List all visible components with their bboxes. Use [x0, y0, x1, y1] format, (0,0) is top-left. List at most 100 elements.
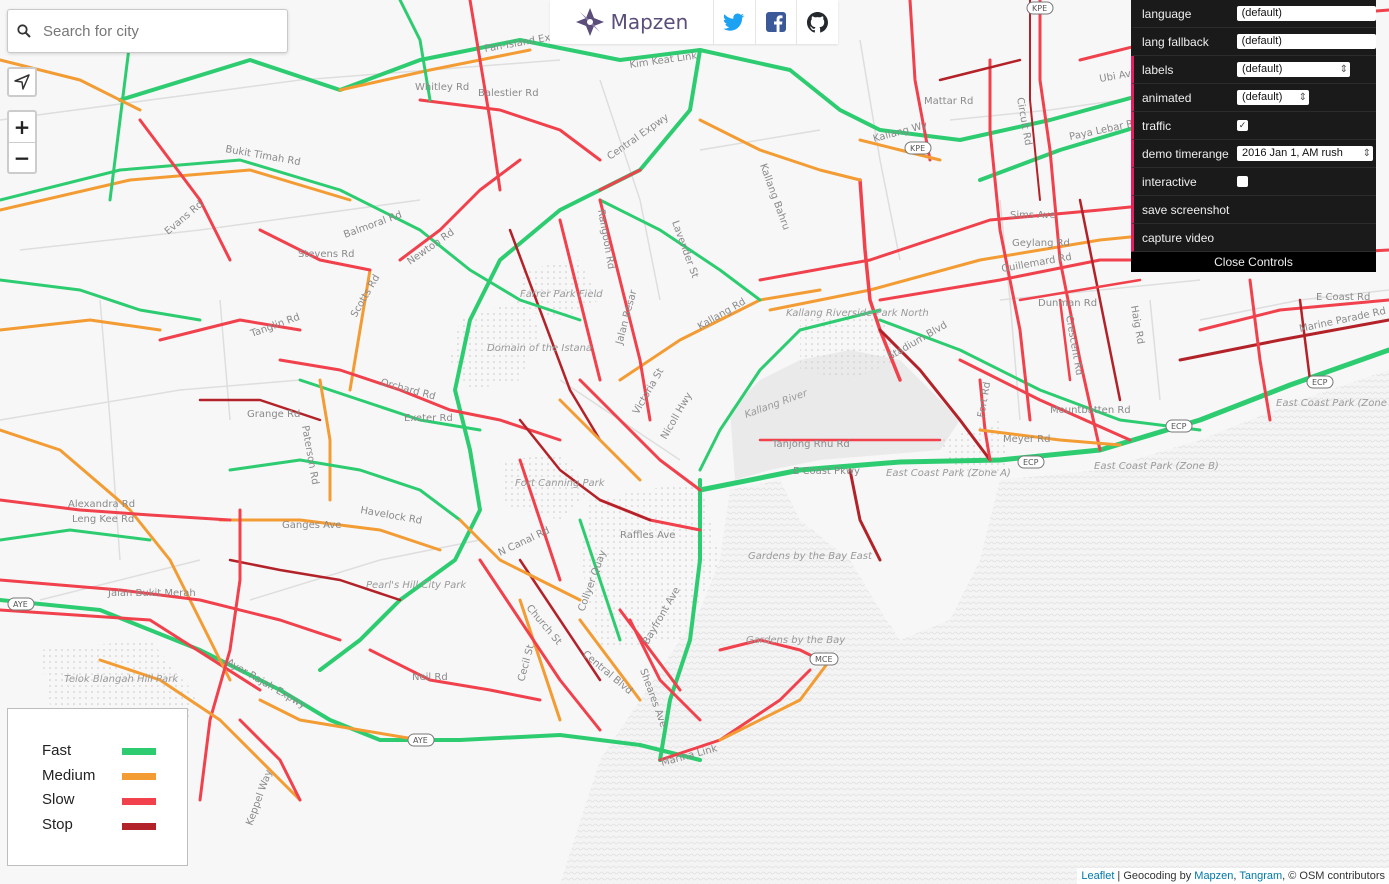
svg-text:AYE: AYE: [413, 736, 428, 745]
label-ecpark-b: East Coast Park (Zone B): [1094, 461, 1219, 472]
mapzen-logo-icon: [575, 8, 604, 36]
animated-select[interactable]: (default): [1237, 90, 1309, 105]
svg-text:ECP: ECP: [1312, 378, 1328, 387]
legend-slow-label: Slow: [42, 791, 75, 808]
label-stevens: Stevens Rd: [298, 249, 355, 260]
shield-ecp-3: ECP: [1306, 375, 1334, 389]
zoom-control: + −: [7, 110, 37, 174]
label-istana: Domain of the Istana: [487, 343, 592, 354]
label-telok: Telok Blangah Hill Park: [64, 674, 179, 685]
control-labels-label: labels: [1142, 62, 1174, 77]
mapzen-link[interactable]: Mapzen: [1194, 870, 1233, 882]
label-sims: Sims Ave: [1010, 210, 1056, 221]
traffic-legend: Fast Medium Slow Stop: [7, 708, 188, 866]
control-animated: animated (default): [1131, 84, 1376, 112]
twitter-icon: [723, 13, 745, 31]
close-controls-button[interactable]: Close Controls: [1131, 252, 1376, 272]
attribution-osm: , © OSM contributors: [1282, 870, 1385, 882]
legend-fast-swatch: [122, 748, 156, 755]
svg-text:AYE: AYE: [13, 600, 28, 609]
control-traffic-label: traffic: [1142, 118, 1172, 133]
label-whitley: Whitley Rd: [415, 82, 469, 93]
brand-name: Mapzen: [610, 10, 689, 34]
search-icon: [17, 24, 31, 38]
interactive-checkbox[interactable]: [1237, 176, 1248, 187]
legend-stop-label: Stop: [42, 816, 73, 833]
shield-kpe-1: KPE: [1026, 1, 1054, 15]
label-geylang: Geylang Rd: [1012, 238, 1070, 249]
shield-mce: MCE: [809, 652, 839, 666]
shield-ecp-1: ECP: [1017, 455, 1045, 469]
label-mattar: Mattar Rd: [924, 96, 973, 107]
capture-video-label: capture video: [1142, 230, 1215, 245]
label-pearl: Pearl's Hill City Park: [366, 580, 467, 591]
timerange-select[interactable]: 2016 Jan 1, AM rush: [1237, 146, 1373, 161]
label-lengkee: Leng Kee Rd: [72, 514, 134, 525]
mapzen-brand-link[interactable]: Mapzen: [550, 0, 714, 44]
traffic-checkbox[interactable]: ✓: [1237, 120, 1248, 131]
legend-stop-swatch: [122, 823, 156, 830]
label-ecp: E Coast Pkwy: [793, 466, 860, 477]
locate-button[interactable]: [7, 67, 37, 97]
label-farrer: Farrer Park Field: [520, 289, 603, 300]
control-lang-fallback-label: lang fallback: [1142, 34, 1209, 49]
label-kallang-riv: Kallang Riverside Park North: [786, 308, 929, 319]
control-timerange: demo timerange 2016 Jan 1, AM rush: [1131, 140, 1376, 168]
control-language-label: language: [1142, 6, 1192, 21]
attribution-text: | Geocoding by: [1114, 870, 1195, 882]
legend-medium-label: Medium: [42, 767, 96, 784]
label-dunman: Dunman Rd: [1038, 298, 1097, 309]
label-ecoastrd: E Coast Rd: [1316, 292, 1370, 303]
shield-aye-1: AYE: [7, 597, 35, 611]
labels-select[interactable]: (default): [1237, 62, 1350, 77]
control-lang-fallback: lang fallback (default): [1131, 28, 1376, 56]
zoom-out-button[interactable]: −: [9, 143, 35, 173]
label-fortcanning: Fort Canning Park: [515, 478, 606, 489]
label-meyer: Meyer Rd: [1003, 434, 1050, 445]
github-icon: [807, 11, 829, 32]
locate-arrow-icon: [14, 74, 30, 90]
github-link[interactable]: [797, 0, 838, 44]
label-neil: Neil Rd: [412, 672, 448, 683]
controls-panel: language (default) lang fallback (defaul…: [1131, 0, 1376, 272]
leaflet-link[interactable]: Leaflet: [1081, 870, 1114, 882]
svg-text:KPE: KPE: [1032, 4, 1047, 13]
save-screenshot-label: save screenshot: [1142, 202, 1230, 217]
save-screenshot-button[interactable]: save screenshot: [1131, 196, 1376, 224]
label-mountbatten: Mountbatten Rd: [1050, 405, 1131, 416]
shield-kpe-2: KPE: [904, 141, 932, 155]
twitter-link[interactable]: [714, 0, 756, 44]
label-alexandra: Alexandra Rd: [68, 499, 135, 510]
label-exeter: Exeter Rd: [404, 413, 453, 424]
control-interactive: interactive: [1131, 168, 1376, 196]
svg-text:MCE: MCE: [815, 655, 833, 664]
search-box[interactable]: [7, 9, 288, 53]
zoom-in-button[interactable]: +: [9, 112, 35, 143]
label-gbtb-east: Gardens by the Bay East: [748, 551, 873, 562]
label-raffles: Raffles Ave: [620, 530, 675, 541]
facebook-link[interactable]: [756, 0, 798, 44]
svg-text:KPE: KPE: [910, 144, 925, 153]
label-ganges: Ganges Ave: [282, 520, 341, 531]
facebook-icon: [765, 12, 786, 32]
shield-ecp-2: ECP: [1165, 419, 1193, 433]
control-traffic: traffic ✓: [1131, 112, 1376, 140]
svg-text:ECP: ECP: [1171, 422, 1187, 431]
tangram-link[interactable]: Tangram: [1239, 870, 1282, 882]
label-ecpark-c: East Coast Park (Zone C): [1276, 398, 1389, 409]
label-tanjong: Tanjong Rhu Rd: [771, 439, 850, 450]
shield-aye-2: AYE: [407, 733, 435, 747]
label-ecpark-a: East Coast Park (Zone A): [886, 468, 1011, 479]
search-input[interactable]: [41, 21, 265, 41]
control-language: language (default): [1131, 0, 1376, 28]
label-balestier: Balestier Rd: [478, 88, 539, 99]
capture-video-button[interactable]: capture video: [1131, 224, 1376, 252]
language-input[interactable]: (default): [1236, 6, 1376, 21]
svg-text:ECP: ECP: [1023, 458, 1039, 467]
control-interactive-label: interactive: [1142, 174, 1197, 189]
label-gbtb: Gardens by the Bay: [746, 635, 846, 646]
lang-fallback-input[interactable]: (default): [1236, 34, 1376, 49]
legend-fast-label: Fast: [42, 742, 72, 759]
label-grange: Grange Rd: [247, 409, 300, 420]
label-jalanmerah: Jalan Bukit Merah: [107, 588, 196, 599]
